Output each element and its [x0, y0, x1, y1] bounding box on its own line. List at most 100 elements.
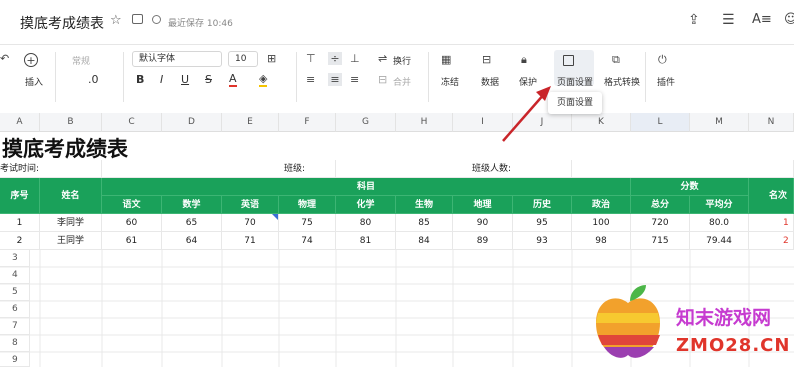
bold-button[interactable]: B	[136, 73, 144, 86]
move-icon[interactable]	[132, 14, 143, 24]
fill-color-icon[interactable]: ◈	[259, 72, 268, 87]
row1-score[interactable]: 70	[222, 214, 279, 232]
row1-seq[interactable]: 1	[0, 214, 40, 232]
page-setup-tooltip[interactable]: 页面设置	[548, 92, 602, 114]
plugin-button[interactable]: 插件	[657, 75, 675, 88]
row2-score[interactable]: 61	[102, 232, 162, 250]
row2-score[interactable]: 84	[396, 232, 453, 250]
column-header-n[interactable]: N	[749, 113, 794, 132]
row2-total[interactable]: 715	[631, 232, 690, 250]
decimal-button[interactable]: .0	[88, 73, 99, 86]
share-icon[interactable]: ⇪	[688, 12, 700, 28]
page-setup-button[interactable]: 页面设置	[557, 75, 593, 88]
undo-icon[interactable]: ↶	[0, 52, 9, 65]
score-header-total[interactable]: 总分	[631, 196, 690, 214]
wrap-icon[interactable]: ⇌	[378, 52, 387, 65]
user-icon[interactable]: ☺	[784, 12, 794, 27]
info-empty-cell[interactable]	[572, 160, 794, 178]
star-icon[interactable]: ☆	[110, 13, 122, 28]
font-family-select[interactable]: 默认字体	[132, 51, 222, 67]
row1-score[interactable]: 75	[279, 214, 336, 232]
number-format-select[interactable]: 常规	[72, 54, 90, 67]
format-convert-icon[interactable]: ⧉	[612, 53, 620, 67]
column-header-j[interactable]: J	[513, 113, 572, 132]
align-center-icon[interactable]: ≡	[328, 73, 342, 86]
row2-seq[interactable]: 2	[0, 232, 40, 250]
font-size-select[interactable]: 10	[228, 51, 258, 67]
merge-button[interactable]: 合并	[393, 75, 411, 88]
lock-icon[interactable]: 🔒︎	[521, 53, 527, 67]
document-title[interactable]: 摸底考成绩表	[20, 13, 104, 33]
row1-score[interactable]: 80	[336, 214, 396, 232]
score-header-avg[interactable]: 平均分	[690, 196, 749, 214]
row1-score[interactable]: 90	[453, 214, 513, 232]
data-button[interactable]: 数据	[481, 75, 499, 88]
page-setup-icon[interactable]	[563, 55, 574, 66]
freeze-icon[interactable]: ▦	[441, 53, 451, 66]
data-icon[interactable]: ⊟	[482, 53, 491, 66]
sheet-title[interactable]: 摸底考成绩表	[2, 133, 128, 163]
align-right-icon[interactable]: ≡	[350, 73, 359, 86]
format-convert-button[interactable]: 格式转换	[604, 75, 640, 88]
row2-score[interactable]: 71	[222, 232, 279, 250]
row2-score[interactable]: 64	[162, 232, 222, 250]
wrap-button[interactable]: 换行	[393, 54, 411, 67]
exam-time-label[interactable]: 考试时间:	[0, 160, 102, 178]
column-header-d[interactable]: D	[162, 113, 222, 132]
border-icon[interactable]: ⊞	[267, 52, 276, 65]
row2-score[interactable]: 74	[279, 232, 336, 250]
row1-score[interactable]: 85	[396, 214, 453, 232]
header-scores[interactable]: 分数	[631, 178, 749, 196]
align-middle-icon[interactable]: ÷	[328, 52, 342, 65]
subject-header[interactable]: 英语	[222, 196, 279, 214]
row2-rank[interactable]: 2	[749, 232, 794, 250]
subject-header[interactable]: 历史	[513, 196, 572, 214]
row1-score[interactable]: 60	[102, 214, 162, 232]
subject-header[interactable]: 语文	[102, 196, 162, 214]
column-header-a[interactable]: A	[0, 113, 40, 132]
subject-header[interactable]: 政治	[572, 196, 631, 214]
header-subjects[interactable]: 科目	[102, 178, 631, 196]
header-name[interactable]: 姓名	[40, 178, 102, 214]
column-header-f[interactable]: F	[279, 113, 336, 132]
subject-header[interactable]: 地理	[453, 196, 513, 214]
align-bottom-icon[interactable]: ⊥	[350, 52, 360, 65]
freeze-button[interactable]: 冻结	[441, 75, 459, 88]
row2-score[interactable]: 89	[453, 232, 513, 250]
row1-score[interactable]: 95	[513, 214, 572, 232]
font-settings-icon[interactable]: A≡	[752, 12, 772, 27]
row1-score[interactable]: 100	[572, 214, 631, 232]
row2-score[interactable]: 81	[336, 232, 396, 250]
italic-button[interactable]: I	[160, 73, 163, 86]
strikethrough-button[interactable]: S	[205, 73, 212, 86]
insert-plus-icon[interactable]: +	[24, 53, 38, 67]
class-label[interactable]: 班级:	[102, 160, 336, 178]
column-header-k[interactable]: K	[572, 113, 631, 132]
row1-name[interactable]: 李同学	[40, 214, 102, 232]
row2-avg[interactable]: 79.44	[690, 232, 749, 250]
insert-button[interactable]: 插入	[25, 75, 43, 88]
class-count-label[interactable]: 班级人数:	[336, 160, 572, 178]
column-header-i[interactable]: I	[453, 113, 513, 132]
align-left-icon[interactable]: ≡	[306, 73, 315, 86]
underline-button[interactable]: U	[181, 73, 189, 86]
column-header-l[interactable]: L	[631, 113, 690, 132]
column-header-h[interactable]: H	[396, 113, 453, 132]
menu-icon[interactable]: ☰	[722, 12, 735, 28]
column-header-c[interactable]: C	[102, 113, 162, 132]
plugin-icon[interactable]: ⏻	[658, 53, 667, 67]
subject-header[interactable]: 物理	[279, 196, 336, 214]
protect-button[interactable]: 保护	[519, 75, 537, 88]
row1-score[interactable]: 65	[162, 214, 222, 232]
column-header-g[interactable]: G	[336, 113, 396, 132]
row2-name[interactable]: 王同学	[40, 232, 102, 250]
row1-avg[interactable]: 80.0	[690, 214, 749, 232]
row2-score[interactable]: 98	[572, 232, 631, 250]
header-rank[interactable]: 名次	[749, 178, 794, 214]
merge-icon[interactable]: ⊟	[378, 73, 387, 86]
row1-total[interactable]: 720	[631, 214, 690, 232]
subject-header[interactable]: 生物	[396, 196, 453, 214]
subject-header[interactable]: 数学	[162, 196, 222, 214]
column-header-b[interactable]: B	[40, 113, 102, 132]
font-color-button[interactable]: A	[229, 72, 237, 87]
